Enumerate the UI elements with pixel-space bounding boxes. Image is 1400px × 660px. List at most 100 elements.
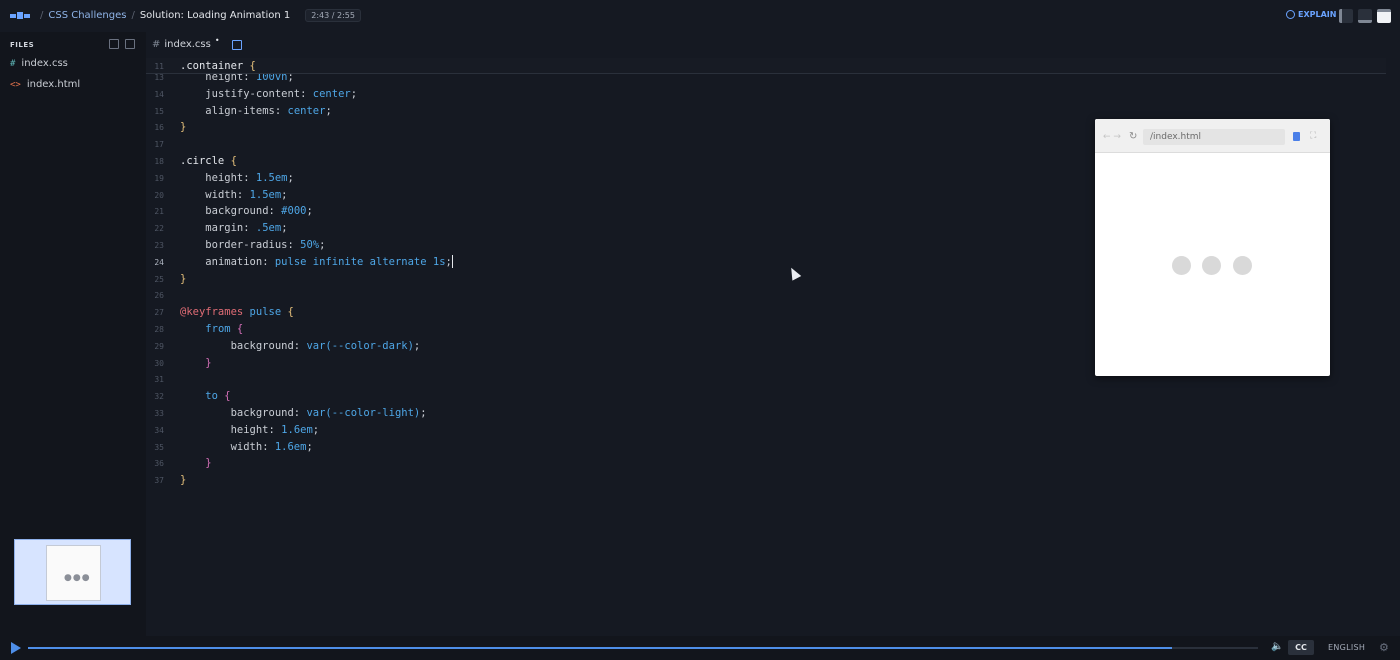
file-sidebar: FILES # index.css <> index.html ●●● — [0, 32, 146, 636]
breadcrumb: / CSS Challenges / Solution: Loading Ani… — [40, 9, 361, 22]
layout-split-icon[interactable] — [1358, 9, 1372, 23]
url-bar[interactable]: /index.html — [1143, 129, 1285, 145]
breadcrumb-course-link[interactable]: CSS Challenges — [48, 10, 126, 21]
code-line[interactable]: 30 } — [146, 355, 1146, 372]
line-number: 32 — [154, 392, 164, 402]
explain-icon — [1286, 10, 1295, 19]
explain-button[interactable]: EXPLAIN — [1286, 10, 1336, 19]
thumbnail-page: ●●● — [46, 545, 101, 601]
loading-circle — [1202, 256, 1221, 275]
preview-toolbar: ← → ↻ /index.html ⛶ — [1095, 119, 1330, 153]
line-number: 37 — [154, 476, 164, 486]
code-line[interactable]: 27 @keyframes pulse { — [146, 304, 1146, 321]
file-item-index-css[interactable]: # index.css — [10, 58, 68, 69]
file-item-index-html[interactable]: <> index.html — [10, 79, 80, 90]
tab-index-css[interactable]: # index.css • — [152, 36, 242, 50]
line-number: 34 — [154, 425, 164, 435]
code-text: } — [205, 356, 212, 369]
line-number: 11 — [154, 62, 164, 71]
loading-circle — [1172, 256, 1191, 275]
code-text: width: 1.5em; — [205, 188, 288, 201]
line-number: 31 — [154, 375, 164, 385]
code-line[interactable]: 22 margin: .5em; — [146, 220, 1146, 237]
breadcrumb-separator: / — [131, 10, 135, 21]
code-line[interactable]: 23 border-radius: 50%; — [146, 237, 1146, 254]
code-line[interactable]: 37} — [146, 472, 1146, 489]
expand-icon[interactable]: ⛶ — [1310, 131, 1316, 141]
line-number: 25 — [154, 274, 164, 284]
reload-icon[interactable]: ↻ — [1129, 131, 1137, 142]
code-line[interactable]: 28 from { — [146, 321, 1146, 338]
code-text: } — [180, 272, 187, 285]
code-line[interactable]: 16} — [146, 119, 1146, 136]
line-number: 24 — [154, 257, 164, 267]
line-number: 26 — [154, 291, 164, 301]
layout-preview-icon[interactable] — [1377, 9, 1391, 23]
scrimba-logo-icon[interactable] — [10, 12, 30, 20]
line-number: 33 — [154, 409, 164, 418]
code-text: } — [205, 457, 212, 470]
line-number: 36 — [154, 459, 164, 469]
code-text: background: var(--color-light); — [230, 407, 427, 419]
line-number: 27 — [154, 308, 164, 318]
line-number: 22 — [154, 224, 164, 234]
code-text: } — [180, 474, 187, 487]
file-actions — [109, 39, 135, 49]
code-line[interactable]: 32 to { — [146, 388, 1146, 405]
play-icon[interactable] — [11, 642, 21, 654]
code-line[interactable]: 26 — [146, 287, 1146, 304]
code-text: border-radius: 50%; — [205, 239, 326, 251]
code-line[interactable]: 11 .container { — [146, 58, 1146, 75]
file-name: index.html — [26, 79, 81, 90]
code-line[interactable]: 35 width: 1.6em; — [146, 439, 1146, 456]
explain-label: EXPLAIN — [1298, 10, 1337, 19]
code-line[interactable]: 29 background: var(--color-dark); — [146, 338, 1146, 355]
new-tab-icon[interactable] — [231, 39, 242, 50]
settings-gear-icon[interactable]: ⚙ — [1379, 641, 1389, 654]
file-name: index.css — [21, 58, 68, 69]
new-folder-icon[interactable] — [125, 39, 135, 49]
volume-icon[interactable]: 🔈 — [1271, 641, 1283, 652]
new-file-icon[interactable] — [109, 39, 119, 49]
code-line[interactable]: 18 .circle { — [146, 153, 1146, 170]
code-line[interactable]: 36 } — [146, 455, 1146, 472]
code-line[interactable]: 33 background: var(--color-light); — [146, 405, 1146, 422]
text-cursor — [451, 255, 453, 269]
progress-track[interactable] — [28, 647, 1258, 649]
preview-thumbnail[interactable]: ●●● — [14, 539, 131, 605]
code-line[interactable]: 20 width: 1.5em; — [146, 187, 1146, 204]
code-text: @keyframes pulse { — [180, 306, 294, 319]
code-text: from { — [205, 323, 244, 335]
code-line[interactable]: 25} — [146, 271, 1146, 288]
line-number: 20 — [154, 190, 164, 200]
code-line[interactable]: 31 — [146, 371, 1146, 388]
code-line[interactable]: 19 height: 1.5em; — [146, 170, 1146, 187]
nav-arrows-icon[interactable]: ← → — [1103, 132, 1121, 142]
code-line[interactable]: 14 justify-content: center; — [146, 86, 1146, 103]
loading-circle — [1233, 256, 1252, 275]
code-line[interactable]: 34 height: 1.6em; — [146, 422, 1146, 439]
code-line[interactable]: 21 background: #000; — [146, 203, 1146, 220]
code-line[interactable]: 17 — [146, 136, 1146, 153]
code-line[interactable]: 15 align-items: center; — [146, 103, 1146, 120]
code-text: height: 1.5em; — [205, 171, 294, 184]
breadcrumb-separator: / — [40, 10, 44, 21]
code-line[interactable]: 24 animation: pulse infinite alternate 1… — [146, 254, 1146, 271]
line-number: 35 — [154, 442, 164, 452]
tab-label: index.css — [164, 39, 211, 50]
layout-sidebar-icon[interactable] — [1339, 9, 1353, 23]
code-text: align-items: center; — [205, 104, 332, 117]
line-number: 17 — [154, 140, 164, 150]
pin-icon[interactable] — [1293, 132, 1300, 141]
code-text: animation: pulse infinite alternate 1s; — [205, 255, 453, 269]
line-number: 18 — [154, 157, 164, 166]
line-number: 19 — [154, 173, 164, 183]
top-bar: / CSS Challenges / Solution: Loading Ani… — [0, 0, 1400, 32]
code-text: .container { — [180, 60, 256, 72]
html-file-icon: <> — [10, 79, 21, 90]
captions-button[interactable]: CC — [1288, 640, 1314, 655]
language-selector[interactable]: ENGLISH — [1328, 643, 1365, 652]
code-text: background: var(--color-dark); — [230, 339, 421, 352]
breadcrumb-lesson-title: Solution: Loading Animation 1 — [139, 10, 291, 21]
line-number: 21 — [154, 207, 164, 217]
